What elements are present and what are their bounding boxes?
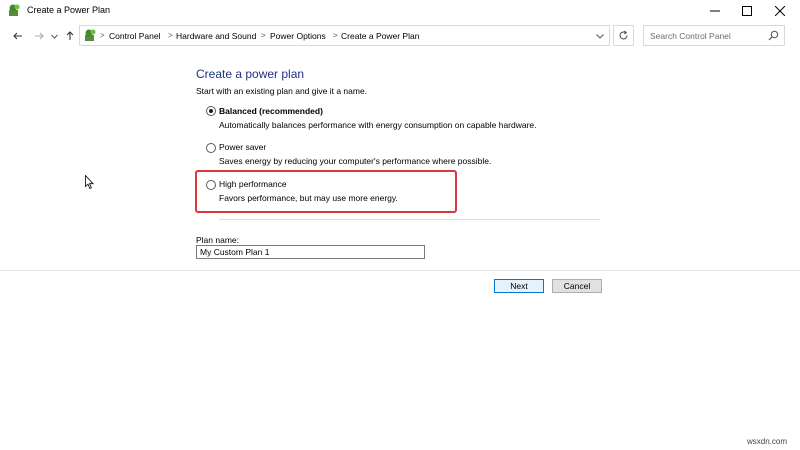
- close-icon: [775, 6, 785, 16]
- option-high-performance-label[interactable]: High performance: [219, 179, 287, 189]
- control-panel-icon: [85, 29, 96, 41]
- radio-power-saver[interactable]: [206, 143, 216, 153]
- next-button[interactable]: Next: [494, 279, 544, 293]
- maximize-button[interactable]: [730, 0, 764, 22]
- breadcrumb-hardware-and-sound[interactable]: Hardware and Sound: [176, 31, 256, 41]
- plan-name-label: Plan name:: [196, 235, 239, 245]
- chevron-down-icon: [50, 34, 58, 39]
- refresh-icon: [619, 30, 628, 40]
- chevron-down-icon: [596, 33, 604, 39]
- option-balanced-description: Automatically balances performance with …: [219, 120, 537, 130]
- breadcrumb-control-panel[interactable]: Control Panel: [109, 31, 161, 41]
- search-placeholder: Search Control Panel: [650, 31, 731, 41]
- breadcrumb-separator: >: [168, 31, 173, 40]
- back-button[interactable]: [11, 29, 25, 43]
- highlight-box: [195, 170, 457, 213]
- option-power-saver-description: Saves energy by reducing your computer's…: [219, 156, 492, 166]
- plan-name-input[interactable]: [196, 245, 425, 259]
- navigation-bar: > Control Panel > Hardware and Sound > P…: [0, 22, 800, 50]
- power-options-icon: [9, 4, 20, 16]
- arrow-up-icon: [66, 31, 74, 40]
- search-icon: [768, 30, 779, 41]
- title-bar: Create a Power Plan: [0, 0, 800, 22]
- divider: [219, 219, 600, 220]
- arrow-right-icon: [35, 32, 44, 40]
- radio-balanced[interactable]: [206, 106, 216, 116]
- page-title: Create a power plan: [196, 67, 305, 81]
- refresh-button[interactable]: [613, 25, 634, 46]
- breadcrumb-separator: >: [261, 31, 266, 40]
- window-title: Create a Power Plan: [27, 5, 111, 15]
- minimize-icon: [710, 10, 720, 12]
- recent-locations-button[interactable]: [50, 31, 58, 41]
- arrow-left-icon: [13, 32, 22, 40]
- mouse-cursor-icon: [85, 175, 94, 190]
- option-balanced-label[interactable]: Balanced (recommended): [219, 106, 323, 116]
- close-button[interactable]: [763, 0, 797, 22]
- option-high-performance-description: Favors performance, but may use more ene…: [219, 193, 398, 203]
- breadcrumb-separator: >: [100, 31, 105, 40]
- breadcrumb-separator: >: [333, 31, 338, 40]
- option-power-saver-label[interactable]: Power saver: [219, 142, 266, 152]
- breadcrumb-create-power-plan[interactable]: Create a Power Plan: [341, 31, 419, 41]
- forward-button[interactable]: [32, 29, 46, 43]
- footer-divider: [0, 270, 800, 271]
- radio-selected-dot: [209, 109, 213, 113]
- minimize-button[interactable]: [698, 0, 732, 22]
- search-input[interactable]: Search Control Panel: [643, 25, 785, 46]
- up-button[interactable]: [63, 29, 77, 43]
- address-box[interactable]: > Control Panel > Hardware and Sound > P…: [79, 25, 610, 46]
- breadcrumb-power-options[interactable]: Power Options: [270, 31, 326, 41]
- watermark: wsxdn.com: [747, 437, 788, 446]
- radio-high-performance[interactable]: [206, 180, 216, 190]
- maximize-icon: [742, 6, 752, 16]
- cancel-button[interactable]: Cancel: [552, 279, 602, 293]
- address-dropdown-button[interactable]: [593, 29, 607, 43]
- intro-text: Start with an existing plan and give it …: [196, 86, 368, 96]
